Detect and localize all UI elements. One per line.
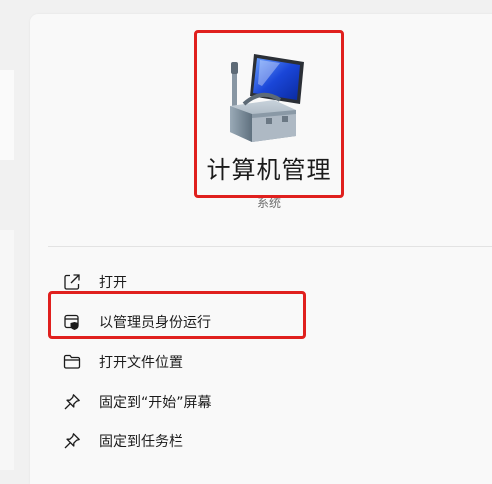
menu-item-label: 打开	[99, 275, 127, 291]
highlight-box-app	[194, 30, 344, 198]
menu-item-label: 打开文件位置	[99, 355, 183, 371]
background-strip	[0, 230, 14, 470]
background-strip	[0, 70, 14, 160]
pin-icon	[62, 431, 82, 451]
folder-icon	[62, 352, 82, 372]
menu-item-pin-to-start[interactable]: 固定到“开始”屏幕	[48, 382, 492, 422]
open-external-icon	[62, 272, 82, 292]
menu-item-label: 固定到任务栏	[99, 434, 183, 450]
menu-item-pin-to-taskbar[interactable]: 固定到任务栏	[48, 421, 492, 461]
menu-item-open-file-location[interactable]: 打开文件位置	[48, 342, 492, 382]
menu-item-label: 固定到“开始”屏幕	[99, 395, 212, 411]
divider	[48, 246, 492, 247]
pin-icon	[62, 392, 82, 412]
highlight-box-run-as-admin	[48, 291, 306, 339]
